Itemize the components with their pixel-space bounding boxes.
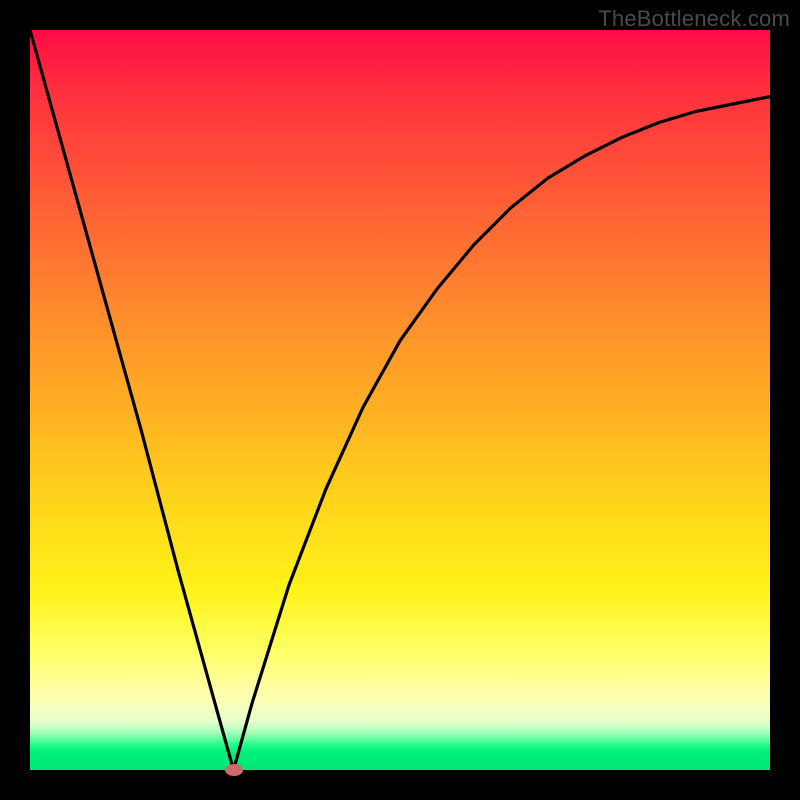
chart-stage: TheBottleneck.com bbox=[0, 0, 800, 800]
watermark-text: TheBottleneck.com bbox=[598, 6, 790, 32]
plot-area bbox=[30, 30, 770, 770]
bottleneck-curve bbox=[30, 30, 770, 770]
curve-layer bbox=[30, 30, 770, 770]
minimum-marker bbox=[225, 764, 243, 776]
